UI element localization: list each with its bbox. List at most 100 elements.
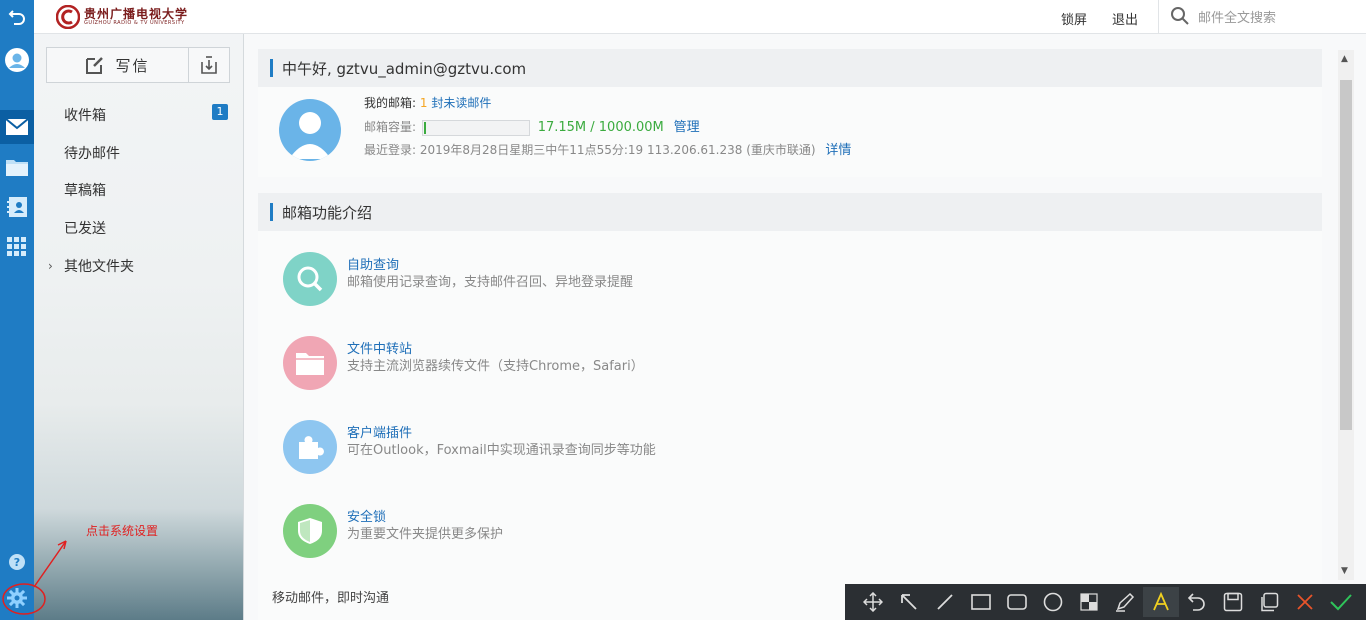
shield-icon (298, 518, 322, 544)
search-box[interactable]: 邮件全文搜索 (1170, 6, 1276, 26)
mailbox-summary: 我的邮箱: 1 封未读邮件 (364, 94, 491, 111)
rail-apps-button[interactable] (0, 230, 34, 264)
left-rail: ? (0, 0, 34, 620)
last-login-row: 最近登录: 2019年8月28日星期三中午11点55分:19 113.206.6… (364, 139, 851, 158)
rail-folder-button[interactable] (0, 150, 34, 184)
rail-contacts-button[interactable] (0, 190, 34, 224)
unread-badge: 1 (212, 104, 228, 120)
vertical-scrollbar[interactable]: ▲ ▼ (1338, 50, 1354, 580)
rail-mail-button[interactable] (0, 110, 34, 144)
welcome-card-header: 中午好, gztvu_admin@gztvu.com (258, 49, 1322, 87)
folder-sent[interactable]: 已发送 (64, 218, 106, 238)
compose-button[interactable]: 写信 (47, 48, 189, 82)
folder-icon (6, 160, 28, 176)
scroll-up-icon[interactable]: ▲ (1341, 54, 1348, 64)
edit-icon (86, 57, 104, 74)
line-tool[interactable] (927, 587, 963, 617)
greeting-text: 中午好, gztvu_admin@gztvu.com (282, 59, 527, 78)
move-tool[interactable] (855, 587, 891, 617)
scrollbar-thumb[interactable] (1340, 80, 1352, 430)
mail-icon (6, 119, 28, 135)
move-icon (863, 592, 883, 612)
apps-grid-icon (7, 237, 26, 256)
university-logo: 贵州广播电视大学 GUIZHOU RADIO & TV UNIVERSITY (56, 5, 188, 29)
text-icon (1153, 592, 1169, 611)
puzzle-icon (299, 436, 324, 459)
arrow-tool[interactable] (891, 587, 927, 617)
unread-mail-link[interactable]: 封未读邮件 (431, 96, 491, 110)
back-button[interactable] (0, 0, 34, 34)
quota-row: 邮箱容量: 17.15M / 1000.00M 管理 (364, 116, 700, 136)
feature-icon-circle (283, 504, 337, 558)
save-tool[interactable] (1215, 587, 1251, 617)
features-card-header: 邮箱功能介绍 (258, 193, 1322, 231)
arrow-icon (901, 594, 917, 610)
logo-chinese-name: 贵州广播电视大学 (84, 7, 189, 21)
pen-tool[interactable] (1107, 587, 1143, 617)
folder-drafts[interactable]: 草稿箱 (64, 180, 106, 200)
receive-mail-button[interactable] (189, 48, 229, 82)
feature-description: 支持主流浏览器续传文件（支持Chrome，Safari） (347, 359, 644, 374)
cancel-icon (1297, 594, 1313, 610)
last-login-text: 最近登录: 2019年8月28日星期三中午11点55分:19 113.206.6… (364, 143, 816, 157)
header-divider (1158, 0, 1159, 34)
compose-group: 写信 (46, 47, 230, 83)
mosaic-tool[interactable] (1071, 587, 1107, 617)
university-emblem-icon (56, 5, 80, 29)
features-title: 邮箱功能介绍 (282, 203, 373, 222)
copy-tool[interactable] (1251, 587, 1287, 617)
feature-description: 邮箱使用记录查询，支持邮件召回、异地登录提醒 (347, 275, 634, 290)
manage-link[interactable]: 管理 (674, 120, 700, 135)
welcome-card: 中午好, gztvu_admin@gztvu.com 我的邮箱: 1 封未读邮件… (258, 49, 1322, 177)
search-input[interactable]: 邮件全文搜索 (1198, 7, 1276, 26)
user-avatar-button[interactable] (0, 43, 34, 77)
chevron-right-icon[interactable]: › (48, 259, 53, 273)
folder-icon (296, 353, 324, 375)
cancel-tool[interactable] (1287, 587, 1323, 617)
lock-screen-link[interactable]: 锁屏 (1061, 9, 1087, 28)
annotation-circle (2, 583, 46, 615)
download-icon (201, 56, 217, 74)
rectangle-tool[interactable] (963, 587, 999, 617)
features-card: 邮箱功能介绍 自助查询 邮箱使用记录查询，支持邮件召回、异地登录提醒 文件中转站… (258, 193, 1322, 620)
line-icon (937, 594, 953, 610)
annotation-overlay (2, 540, 67, 615)
quota-label: 邮箱容量: (364, 120, 417, 134)
undo-tool[interactable] (1179, 587, 1215, 617)
logout-link[interactable]: 退出 (1112, 9, 1138, 28)
rounded-rectangle-tool[interactable] (999, 587, 1035, 617)
folder-other[interactable]: 其他文件夹 (64, 256, 134, 276)
rounded-rectangle-icon (1007, 594, 1027, 610)
folder-inbox[interactable]: 收件箱 (64, 105, 106, 125)
search-icon (297, 266, 323, 292)
user-avatar-icon (5, 48, 29, 72)
accent-bar (270, 59, 273, 77)
details-link[interactable]: 详情 (825, 143, 851, 158)
back-icon (8, 10, 25, 25)
feature-icon-circle (283, 336, 337, 390)
folder-todo[interactable]: 待办邮件 (64, 143, 120, 163)
compose-label: 写信 (115, 56, 150, 75)
feature-icon-circle (283, 420, 337, 474)
user-avatar (279, 99, 341, 161)
ellipse-tool[interactable] (1035, 587, 1071, 617)
copy-icon (1261, 592, 1279, 612)
main-content: 中午好, gztvu_admin@gztvu.com 我的邮箱: 1 封未读邮件… (244, 34, 1366, 620)
mosaic-icon (1080, 593, 1098, 611)
contacts-icon (7, 197, 27, 217)
annotation-text: 点击系统设置 (86, 524, 159, 538)
logo-english-name: GUIZHOU RADIO & TV UNIVERSITY (84, 20, 185, 26)
text-tool[interactable] (1143, 587, 1179, 617)
pen-icon (1116, 592, 1135, 612)
user-avatar-icon (289, 112, 331, 159)
screenshot-toolbar (845, 584, 1366, 620)
quota-progress-fill (423, 121, 426, 134)
save-icon (1223, 592, 1243, 612)
annotation-arrow-icon (33, 540, 67, 588)
feature-description: 为重要文件夹提供更多保护 (347, 527, 504, 542)
scroll-down-icon[interactable]: ▼ (1341, 566, 1348, 576)
undo-icon (1187, 593, 1205, 611)
confirm-tool[interactable] (1323, 587, 1359, 617)
ellipse-icon (1043, 592, 1063, 612)
rectangle-icon (971, 594, 991, 610)
